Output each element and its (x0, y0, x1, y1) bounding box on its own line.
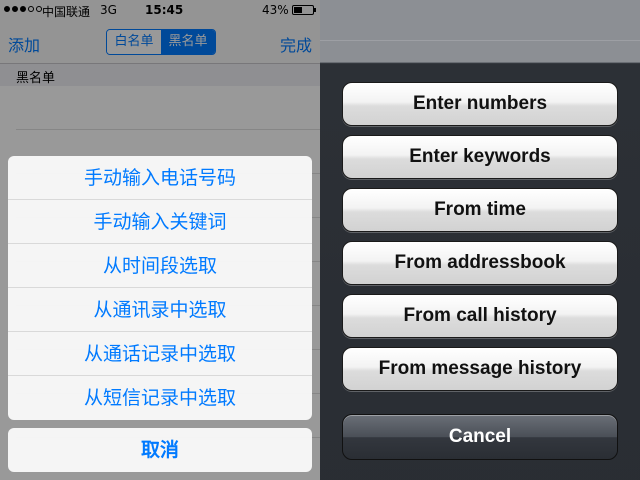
cancel-button[interactable]: Cancel (342, 414, 618, 460)
action-from-sms-log[interactable]: 从短信记录中选取 (8, 376, 312, 420)
ios7-screen: 中国联通 3G 15:45 43% 添加 白名单 黑名单 完成 黑名单 手动输入… (0, 0, 320, 480)
action-manual-phone-number[interactable]: 手动输入电话号码 (8, 156, 312, 200)
cancel-button[interactable]: 取消 (8, 428, 312, 472)
dimmed-background (320, 0, 640, 64)
ios6-screen: Enter numbers Enter keywords From time F… (320, 0, 640, 480)
from-addressbook-button[interactable]: From addressbook (342, 241, 618, 285)
enter-keywords-button[interactable]: Enter keywords (342, 135, 618, 179)
action-from-time-range[interactable]: 从时间段选取 (8, 244, 312, 288)
from-time-button[interactable]: From time (342, 188, 618, 232)
action-from-contacts[interactable]: 从通讯录中选取 (8, 288, 312, 332)
action-manual-keyword[interactable]: 手动输入关键词 (8, 200, 312, 244)
action-sheet: 手动输入电话号码 手动输入关键词 从时间段选取 从通讯录中选取 从通话记录中选取… (8, 156, 312, 420)
from-call-history-button[interactable]: From call history (342, 294, 618, 338)
divider (320, 40, 640, 41)
action-from-call-log[interactable]: 从通话记录中选取 (8, 332, 312, 376)
enter-numbers-button[interactable]: Enter numbers (342, 82, 618, 126)
from-message-history-button[interactable]: From message history (342, 347, 618, 391)
